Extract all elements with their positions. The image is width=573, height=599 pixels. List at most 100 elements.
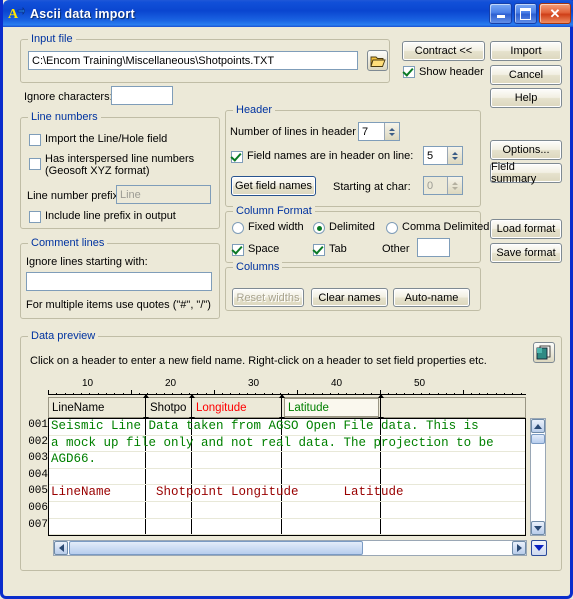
close-icon: ✕ xyxy=(549,6,561,21)
column-divider-2[interactable] xyxy=(188,394,195,421)
number-of-lines-spinner[interactable]: 7 xyxy=(358,122,400,141)
auto-name-button[interactable]: Auto-name xyxy=(393,288,470,307)
chevron-left-icon xyxy=(58,544,64,552)
field-header-shotpoint[interactable]: Shotpo xyxy=(147,398,192,417)
get-field-names-button[interactable]: Get field names xyxy=(231,176,316,196)
preview-row-text: a mock up file only and not real data. T… xyxy=(51,435,494,450)
field-summary-button[interactable]: Field summary xyxy=(490,161,562,185)
preview-row-number: 005 xyxy=(28,485,48,498)
ignore-characters-input[interactable] xyxy=(111,86,173,105)
maximize-icon xyxy=(520,7,531,20)
title-bar: A Ascii data import ✕ xyxy=(3,0,573,27)
help-button[interactable]: Help xyxy=(490,88,562,108)
close-button[interactable]: ✕ xyxy=(539,3,571,24)
preview-row-text: LineName Shotpoint Longitude Latitude xyxy=(51,485,404,500)
chevron-right-icon xyxy=(516,544,522,552)
ruler-baseline xyxy=(48,394,526,395)
tab-checkbox[interactable] xyxy=(313,244,325,256)
comma-delimited-radio[interactable] xyxy=(386,222,398,234)
line-number-prefix-input[interactable]: Line xyxy=(116,185,211,204)
other-delimiter-label: Other xyxy=(382,243,410,255)
clear-names-button[interactable]: Clear names xyxy=(311,288,388,307)
tab-label: Tab xyxy=(329,243,347,255)
import-button[interactable]: Import xyxy=(490,41,562,61)
scroll-down-button[interactable] xyxy=(531,521,545,535)
preview-row-separator xyxy=(49,501,525,502)
comment-lines-legend: Comment lines xyxy=(28,237,108,249)
scroll-up-button[interactable] xyxy=(531,419,545,433)
field-names-line-spinner[interactable]: 5 xyxy=(423,146,463,165)
fixed-width-radio[interactable] xyxy=(232,222,244,234)
delimited-radio[interactable] xyxy=(313,222,325,234)
field-names-in-header-checkbox[interactable] xyxy=(231,151,243,163)
horizontal-scroll-thumb[interactable] xyxy=(69,541,363,555)
ruler-label-50: 50 xyxy=(414,378,426,389)
copy-preview-icon xyxy=(536,345,551,360)
field-header-latitude[interactable]: Latitude xyxy=(284,398,379,417)
starting-at-char-spinner-arrows[interactable] xyxy=(447,177,462,194)
import-line-hole-checkbox[interactable] xyxy=(29,134,41,146)
maximize-button[interactable] xyxy=(514,3,537,24)
other-delimiter-input[interactable] xyxy=(417,238,450,257)
column-divider-1[interactable] xyxy=(142,394,149,421)
ascii-import-icon: A xyxy=(8,5,26,22)
comment-lines-hint: For multiple items use quotes ("#", "/") xyxy=(26,299,211,311)
copy-preview-button[interactable] xyxy=(533,342,555,363)
preview-row-separator xyxy=(49,467,525,469)
starting-at-char-spinner[interactable]: 0 xyxy=(423,176,463,195)
preview-ruler: 10 20 30 40 50 xyxy=(48,378,526,395)
column-format-legend: Column Format xyxy=(233,205,315,217)
svg-text:A: A xyxy=(8,7,19,22)
scroll-right-button[interactable] xyxy=(512,541,526,555)
include-line-prefix-checkbox[interactable] xyxy=(29,211,41,223)
field-names-line-spinner-arrows[interactable] xyxy=(447,147,462,164)
browse-file-button[interactable] xyxy=(367,50,388,71)
space-label: Space xyxy=(248,243,280,255)
interspersed-line-numbers-checkbox[interactable] xyxy=(29,158,41,170)
ruler-ticks xyxy=(48,390,526,395)
input-file-path-field[interactable]: C:\Encom Training\Miscellaneous\Shotpoin… xyxy=(28,51,358,70)
minimize-button[interactable] xyxy=(489,3,512,24)
show-header-checkbox[interactable] xyxy=(403,66,415,78)
field-header-longitude[interactable]: Longitude xyxy=(193,398,282,417)
number-of-lines-value: 7 xyxy=(362,125,369,138)
field-header-empty[interactable] xyxy=(381,398,525,417)
preview-row-text: Seismic Line Data taken from AGSO Open F… xyxy=(51,419,479,433)
data-preview-legend: Data preview xyxy=(28,330,99,342)
interspersed-line-numbers-label-2: (Geosoft XYZ format) xyxy=(45,165,150,177)
preview-row-number: 002 xyxy=(28,435,48,448)
number-of-lines-label: Number of lines in header xyxy=(230,126,356,138)
preview-dropdown-button[interactable] xyxy=(531,540,547,556)
options-button[interactable]: Options... xyxy=(490,140,562,160)
number-of-lines-spinner-arrows[interactable] xyxy=(384,123,399,140)
preview-text-area[interactable]: Seismic Line Data taken from AGSO Open F… xyxy=(48,418,526,536)
contract-button[interactable]: Contract << xyxy=(402,41,485,61)
field-names-in-header-label: Field names are in header on line: xyxy=(247,150,414,162)
include-line-prefix-label: Include line prefix in output xyxy=(45,210,176,222)
column-divider-3[interactable] xyxy=(278,394,285,421)
reset-widths-button[interactable]: Reset widths xyxy=(232,288,304,307)
space-checkbox[interactable] xyxy=(232,244,244,256)
save-format-button[interactable]: Save format xyxy=(490,243,562,263)
minimize-icon xyxy=(496,14,505,18)
load-format-button[interactable]: Load format xyxy=(490,219,562,239)
preview-row-separator xyxy=(49,517,525,519)
cancel-button[interactable]: Cancel xyxy=(490,65,562,85)
chevron-down-icon xyxy=(534,525,542,531)
comma-delimited-label: Comma Delimited xyxy=(402,221,490,233)
scroll-left-button[interactable] xyxy=(54,541,68,555)
preview-row-number: 003 xyxy=(28,452,48,465)
data-preview-instructions: Click on a header to enter a new field n… xyxy=(30,355,487,367)
column-divider-4[interactable] xyxy=(377,394,384,421)
interspersed-line-numbers-label-1: Has interspersed line numbers xyxy=(45,153,195,165)
field-header-linename[interactable]: LineName xyxy=(49,398,146,417)
input-file-legend: Input file xyxy=(28,33,76,45)
preview-row-number: 007 xyxy=(28,518,48,531)
ignore-characters-label: Ignore characters: xyxy=(24,91,113,103)
ignore-lines-input[interactable] xyxy=(26,272,212,291)
line-number-prefix-label: Line number prefix: xyxy=(27,190,122,202)
vertical-scroll-thumb[interactable] xyxy=(531,434,545,444)
preview-row-separator xyxy=(49,534,525,535)
fixed-width-label: Fixed width xyxy=(248,221,304,233)
ignore-lines-label: Ignore lines starting with: xyxy=(26,256,148,268)
